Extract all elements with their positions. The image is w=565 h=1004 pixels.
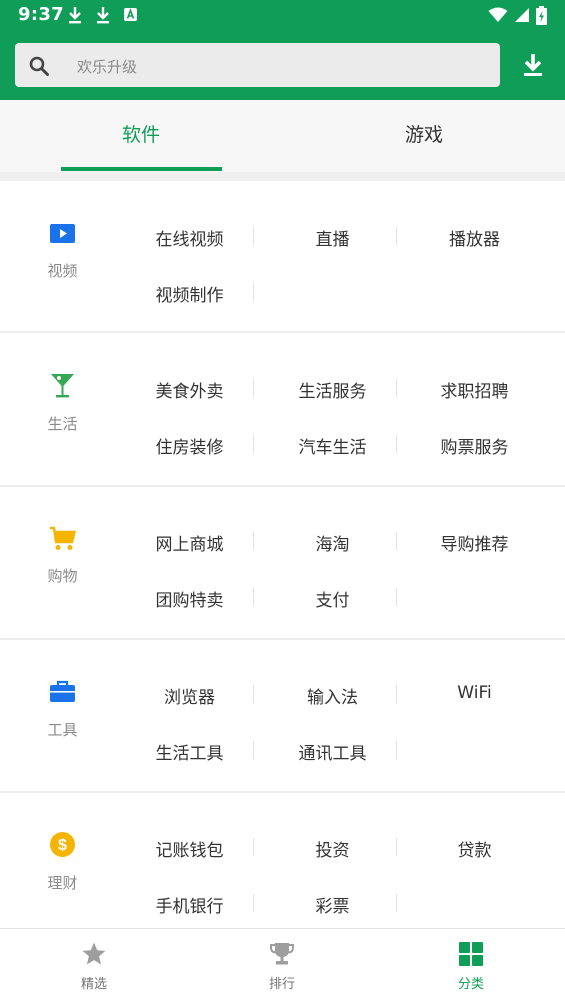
toolbox-icon — [50, 680, 75, 702]
category-item[interactable]: 求职招聘 — [403, 377, 546, 402]
category-item[interactable]: 输入法 — [261, 683, 404, 708]
nav-ranking[interactable]: 排行 — [188, 929, 376, 1004]
wifi-icon — [488, 7, 508, 22]
category-item[interactable]: 海淘 — [261, 530, 404, 555]
category-item[interactable]: 汽车生活 — [261, 433, 404, 458]
category-tabs: 软件 游戏 — [0, 100, 565, 172]
category-item[interactable]: WiFi — [403, 683, 546, 703]
item-separator — [396, 741, 397, 759]
category-name: 购物 — [47, 567, 78, 585]
item-separator — [253, 588, 254, 606]
category-item[interactable]: 手机银行 — [118, 892, 261, 917]
category-name: 视频 — [47, 262, 78, 280]
status-time: 9:37 — [18, 4, 64, 25]
category-item[interactable]: 团购特卖 — [118, 586, 261, 611]
bottom-navigation: 精选 排行 分类 — [0, 928, 565, 1004]
search-placeholder: 欢乐升级 — [77, 58, 138, 76]
download-notification-icon — [97, 7, 109, 24]
grid-icon — [459, 942, 483, 966]
item-separator — [396, 435, 397, 453]
category-shopping: 购物 网上商城 海淘 导购推荐 团购特卖 支付 — [0, 487, 565, 640]
nav-label: 精选 — [80, 977, 107, 992]
category-item[interactable]: 住房装修 — [118, 433, 261, 458]
category-item[interactable]: 彩票 — [261, 892, 404, 917]
item-separator — [253, 227, 254, 245]
svg-text:$: $ — [58, 837, 67, 854]
active-tab-indicator — [61, 167, 222, 171]
category-item[interactable]: 生活工具 — [118, 739, 261, 764]
item-separator — [253, 838, 254, 856]
category-name: 理财 — [47, 874, 78, 892]
category-item[interactable]: 购票服务 — [403, 433, 546, 458]
nav-featured[interactable]: 精选 — [0, 929, 188, 1004]
category-life: 生活 美食外卖 生活服务 求职招聘 住房装修 汽车生活 购票服务 — [0, 334, 565, 487]
tab-games[interactable]: 游戏 — [283, 100, 565, 172]
nav-label: 排行 — [268, 977, 295, 992]
app-header: 9:37 欢乐升级 — [0, 0, 565, 100]
category-item[interactable]: 浏览器 — [118, 683, 261, 708]
category-item[interactable]: 投资 — [261, 836, 404, 861]
item-separator — [396, 379, 397, 397]
search-bar[interactable]: 欢乐升级 — [15, 43, 500, 87]
category-item[interactable]: 播放器 — [403, 225, 546, 250]
item-separator — [396, 227, 397, 245]
category-item[interactable]: 导购推荐 — [403, 530, 546, 555]
item-separator — [253, 283, 254, 301]
keyboard-a-notification-icon — [124, 8, 137, 21]
item-separator — [253, 532, 254, 550]
dollar-coin-icon: $ — [50, 832, 75, 857]
item-separator — [396, 838, 397, 856]
category-item[interactable]: 网上商城 — [118, 530, 261, 555]
category-item[interactable]: 在线视频 — [118, 225, 261, 250]
download-notification-icon — [69, 7, 81, 24]
section-divider — [0, 172, 565, 181]
video-play-icon — [50, 224, 75, 243]
category-item[interactable]: 美食外卖 — [118, 377, 261, 402]
item-separator — [253, 435, 254, 453]
category-item[interactable]: 生活服务 — [261, 377, 404, 402]
search-icon — [29, 56, 49, 76]
nav-categories[interactable]: 分类 — [377, 929, 565, 1004]
battery-charging-icon — [536, 5, 547, 25]
category-tools: 工具 浏览器 输入法 WiFi 生活工具 通讯工具 — [0, 640, 565, 793]
status-icons — [488, 5, 547, 25]
category-name: 生活 — [47, 415, 78, 433]
category-finance: $ 理财 记账钱包 投资 贷款 手机银行 彩票 — [0, 793, 565, 928]
star-icon — [82, 942, 106, 965]
category-item[interactable]: 支付 — [261, 586, 404, 611]
nav-label: 分类 — [457, 977, 484, 992]
item-separator — [396, 685, 397, 703]
cart-icon — [50, 526, 76, 550]
tab-software[interactable]: 软件 — [0, 100, 282, 172]
item-separator — [253, 685, 254, 703]
item-separator — [253, 894, 254, 912]
item-separator — [253, 379, 254, 397]
item-separator — [396, 894, 397, 912]
category-name: 工具 — [47, 721, 78, 739]
status-bar: 9:37 — [0, 0, 565, 32]
trophy-icon — [270, 943, 294, 965]
download-manager-icon[interactable] — [516, 48, 550, 82]
item-separator — [396, 532, 397, 550]
category-item[interactable]: 通讯工具 — [261, 739, 404, 764]
category-item[interactable]: 记账钱包 — [118, 836, 261, 861]
category-item[interactable]: 视频制作 — [118, 281, 261, 306]
cocktail-icon — [51, 374, 74, 398]
cell-signal-icon — [515, 8, 529, 22]
item-separator — [253, 741, 254, 759]
category-video: 视频 在线视频 直播 播放器 视频制作 — [0, 181, 565, 333]
category-item[interactable]: 贷款 — [403, 836, 546, 861]
item-separator — [396, 588, 397, 606]
category-item[interactable]: 直播 — [261, 225, 404, 250]
